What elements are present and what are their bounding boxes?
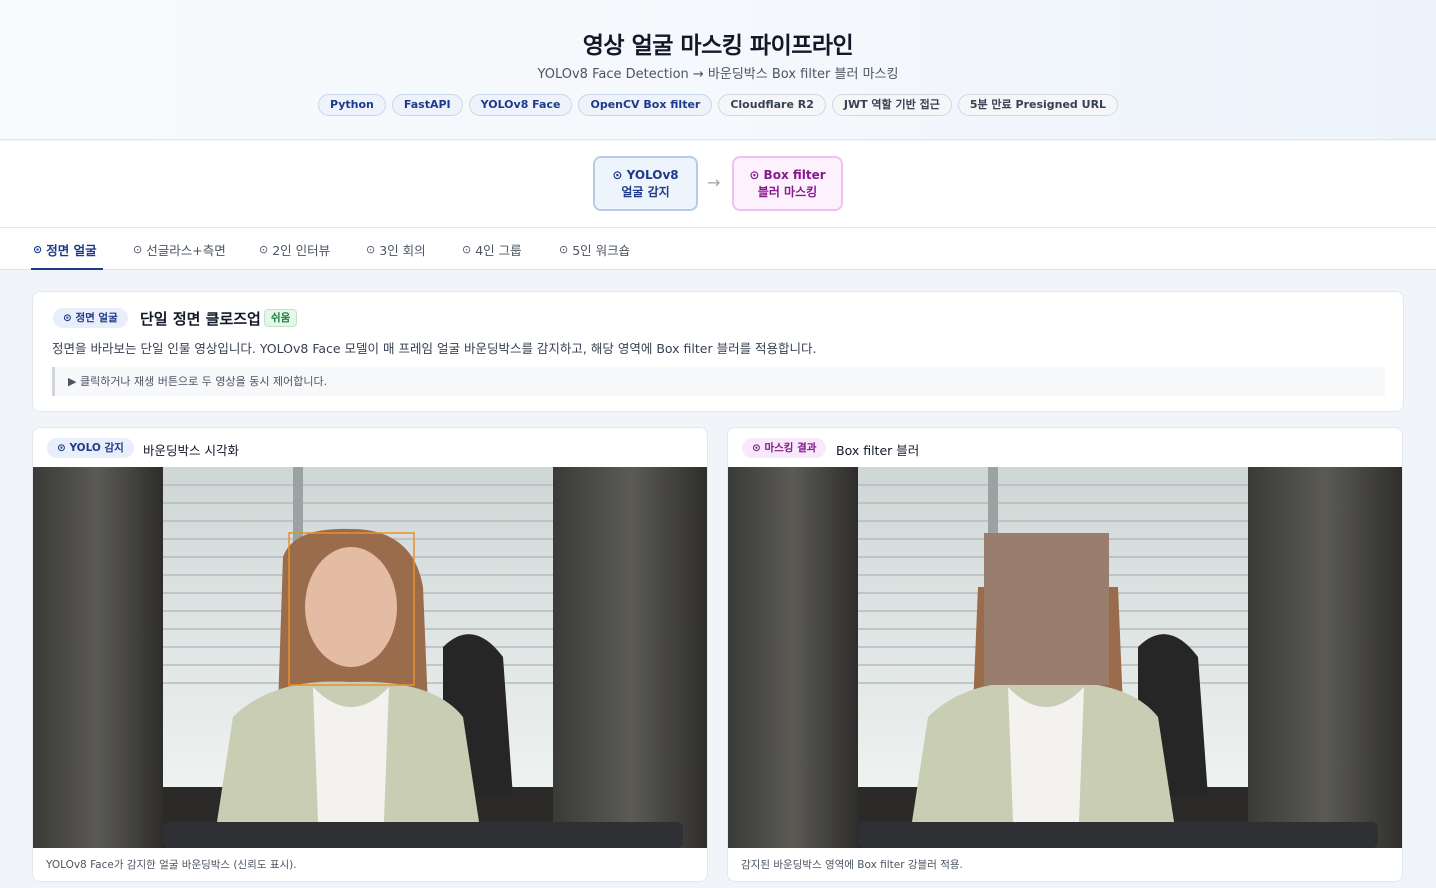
pipeline-stage-blur: ⊙ Box filter 블러 마스킹 xyxy=(732,156,843,211)
target-icon: ⊙ xyxy=(366,243,376,256)
tech-chip: FastAPI xyxy=(391,94,463,116)
scene-info-card: ⊙ 정면 얼굴 단일 정면 클로즈업 쉬움 정면을 바라보는 단일 인물 영상입… xyxy=(32,291,1404,412)
video-frame xyxy=(728,467,1402,848)
difficulty-badge: 쉬움 xyxy=(264,309,298,327)
playback-hint: ▶ 클릭하거나 재생 버튼으로 두 영상을 동시 제어합니다. xyxy=(52,367,1385,396)
active-tab-indicator xyxy=(31,268,103,270)
tech-chip-list: Python FastAPI YOLOv8 Face OpenCV Box fi… xyxy=(0,94,1436,116)
tab-four-person-group[interactable]: ⊙ 4인 그룹 xyxy=(462,240,522,259)
target-icon: ⊙ xyxy=(462,243,472,256)
pipeline-diagram: ⊙ YOLOv8 얼굴 감지 → ⊙ Box filter 블러 마스킹 xyxy=(0,141,1436,228)
scene-tab-bar: ⊙ 정면 얼굴 ⊙ 선글라스+측면 ⊙ 2인 인터뷰 ⊙ 3인 회의 ⊙ 4인 … xyxy=(0,228,1436,270)
scene-description: 정면을 바라보는 단일 인물 영상입니다. YOLOv8 Face 모델이 매 … xyxy=(52,341,817,356)
target-icon: ⊙ xyxy=(133,243,143,256)
masking-panel: ⊙ 마스킹 결과 Box filter 블러 감지된 바운딩박스 영역에 Box… xyxy=(727,427,1403,882)
target-icon: ⊙ xyxy=(559,243,569,256)
tech-chip: 5분 만료 Presigned URL xyxy=(957,94,1119,116)
tab-label: 정면 얼굴 xyxy=(46,243,97,258)
tab-front-face[interactable]: ⊙ 정면 얼굴 xyxy=(33,240,97,259)
pipeline-stage-label: ⊙ YOLOv8 xyxy=(612,168,679,182)
pipeline-stage-label: 블러 마스킹 xyxy=(757,185,818,199)
target-icon: ⊙ xyxy=(259,243,269,256)
tab-five-person-workshop[interactable]: ⊙ 5인 워크숍 xyxy=(559,240,630,259)
masked-video[interactable] xyxy=(728,467,1402,848)
panel-badge: ⊙ YOLO 감지 xyxy=(47,438,134,458)
pipeline-stage-label: 얼굴 감지 xyxy=(621,185,670,199)
tech-chip: Python xyxy=(317,94,386,116)
target-icon: ⊙ xyxy=(33,243,43,256)
tab-label: 2인 인터뷰 xyxy=(272,243,331,258)
pipeline-stage-detect: ⊙ YOLOv8 얼굴 감지 xyxy=(593,156,698,211)
blur-mask-region xyxy=(984,533,1109,685)
page-header: 영상 얼굴 마스킹 파이프라인 YOLOv8 Face Detection → … xyxy=(0,0,1436,140)
panel-badge: ⊙ 마스킹 결과 xyxy=(742,438,827,458)
tab-three-person-meeting[interactable]: ⊙ 3인 회의 xyxy=(366,240,426,259)
tech-chip: YOLOv8 Face xyxy=(468,94,573,116)
tab-label: 4인 그룹 xyxy=(475,243,522,258)
panel-header: ⊙ 마스킹 결과 Box filter 블러 xyxy=(728,428,1402,467)
video-frame xyxy=(33,467,707,848)
detection-panel: ⊙ YOLO 감지 바운딩박스 시각화 YOLOv8 Face가 감지한 얼굴 … xyxy=(32,427,708,882)
panel-header: ⊙ YOLO 감지 바운딩박스 시각화 xyxy=(33,428,707,467)
pipeline-stage-label: ⊙ Box filter xyxy=(749,168,826,182)
detection-video[interactable] xyxy=(33,467,707,848)
scene-category-badge: ⊙ 정면 얼굴 xyxy=(53,308,128,328)
tab-two-person-interview[interactable]: ⊙ 2인 인터뷰 xyxy=(259,240,330,259)
page-title: 영상 얼굴 마스킹 파이프라인 xyxy=(582,33,854,59)
tab-label: 5인 워크숍 xyxy=(572,243,631,258)
tab-label: 3인 회의 xyxy=(379,243,426,258)
page-subtitle: YOLOv8 Face Detection → 바운딩박스 Box filter… xyxy=(537,67,899,82)
scene-title: 단일 정면 클로즈업 xyxy=(140,310,261,328)
tech-chip: Cloudflare R2 xyxy=(718,94,826,116)
panel-caption: 감지된 바운딩박스 영역에 Box filter 강블러 적용. xyxy=(741,859,963,871)
panel-caption: YOLOv8 Face가 감지한 얼굴 바운딩박스 (신뢰도 표시). xyxy=(46,859,297,871)
tab-label: 선글라스+측면 xyxy=(146,243,226,258)
panel-title: 바운딩박스 시각화 xyxy=(143,443,239,458)
tech-chip: OpenCV Box filter xyxy=(578,94,713,116)
panel-title: Box filter 블러 xyxy=(836,443,920,458)
tech-chip: JWT 역할 기반 접근 xyxy=(831,94,952,116)
tab-sunglasses-side[interactable]: ⊙ 선글라스+측면 xyxy=(133,240,226,259)
arrow-right-icon: → xyxy=(707,173,721,192)
